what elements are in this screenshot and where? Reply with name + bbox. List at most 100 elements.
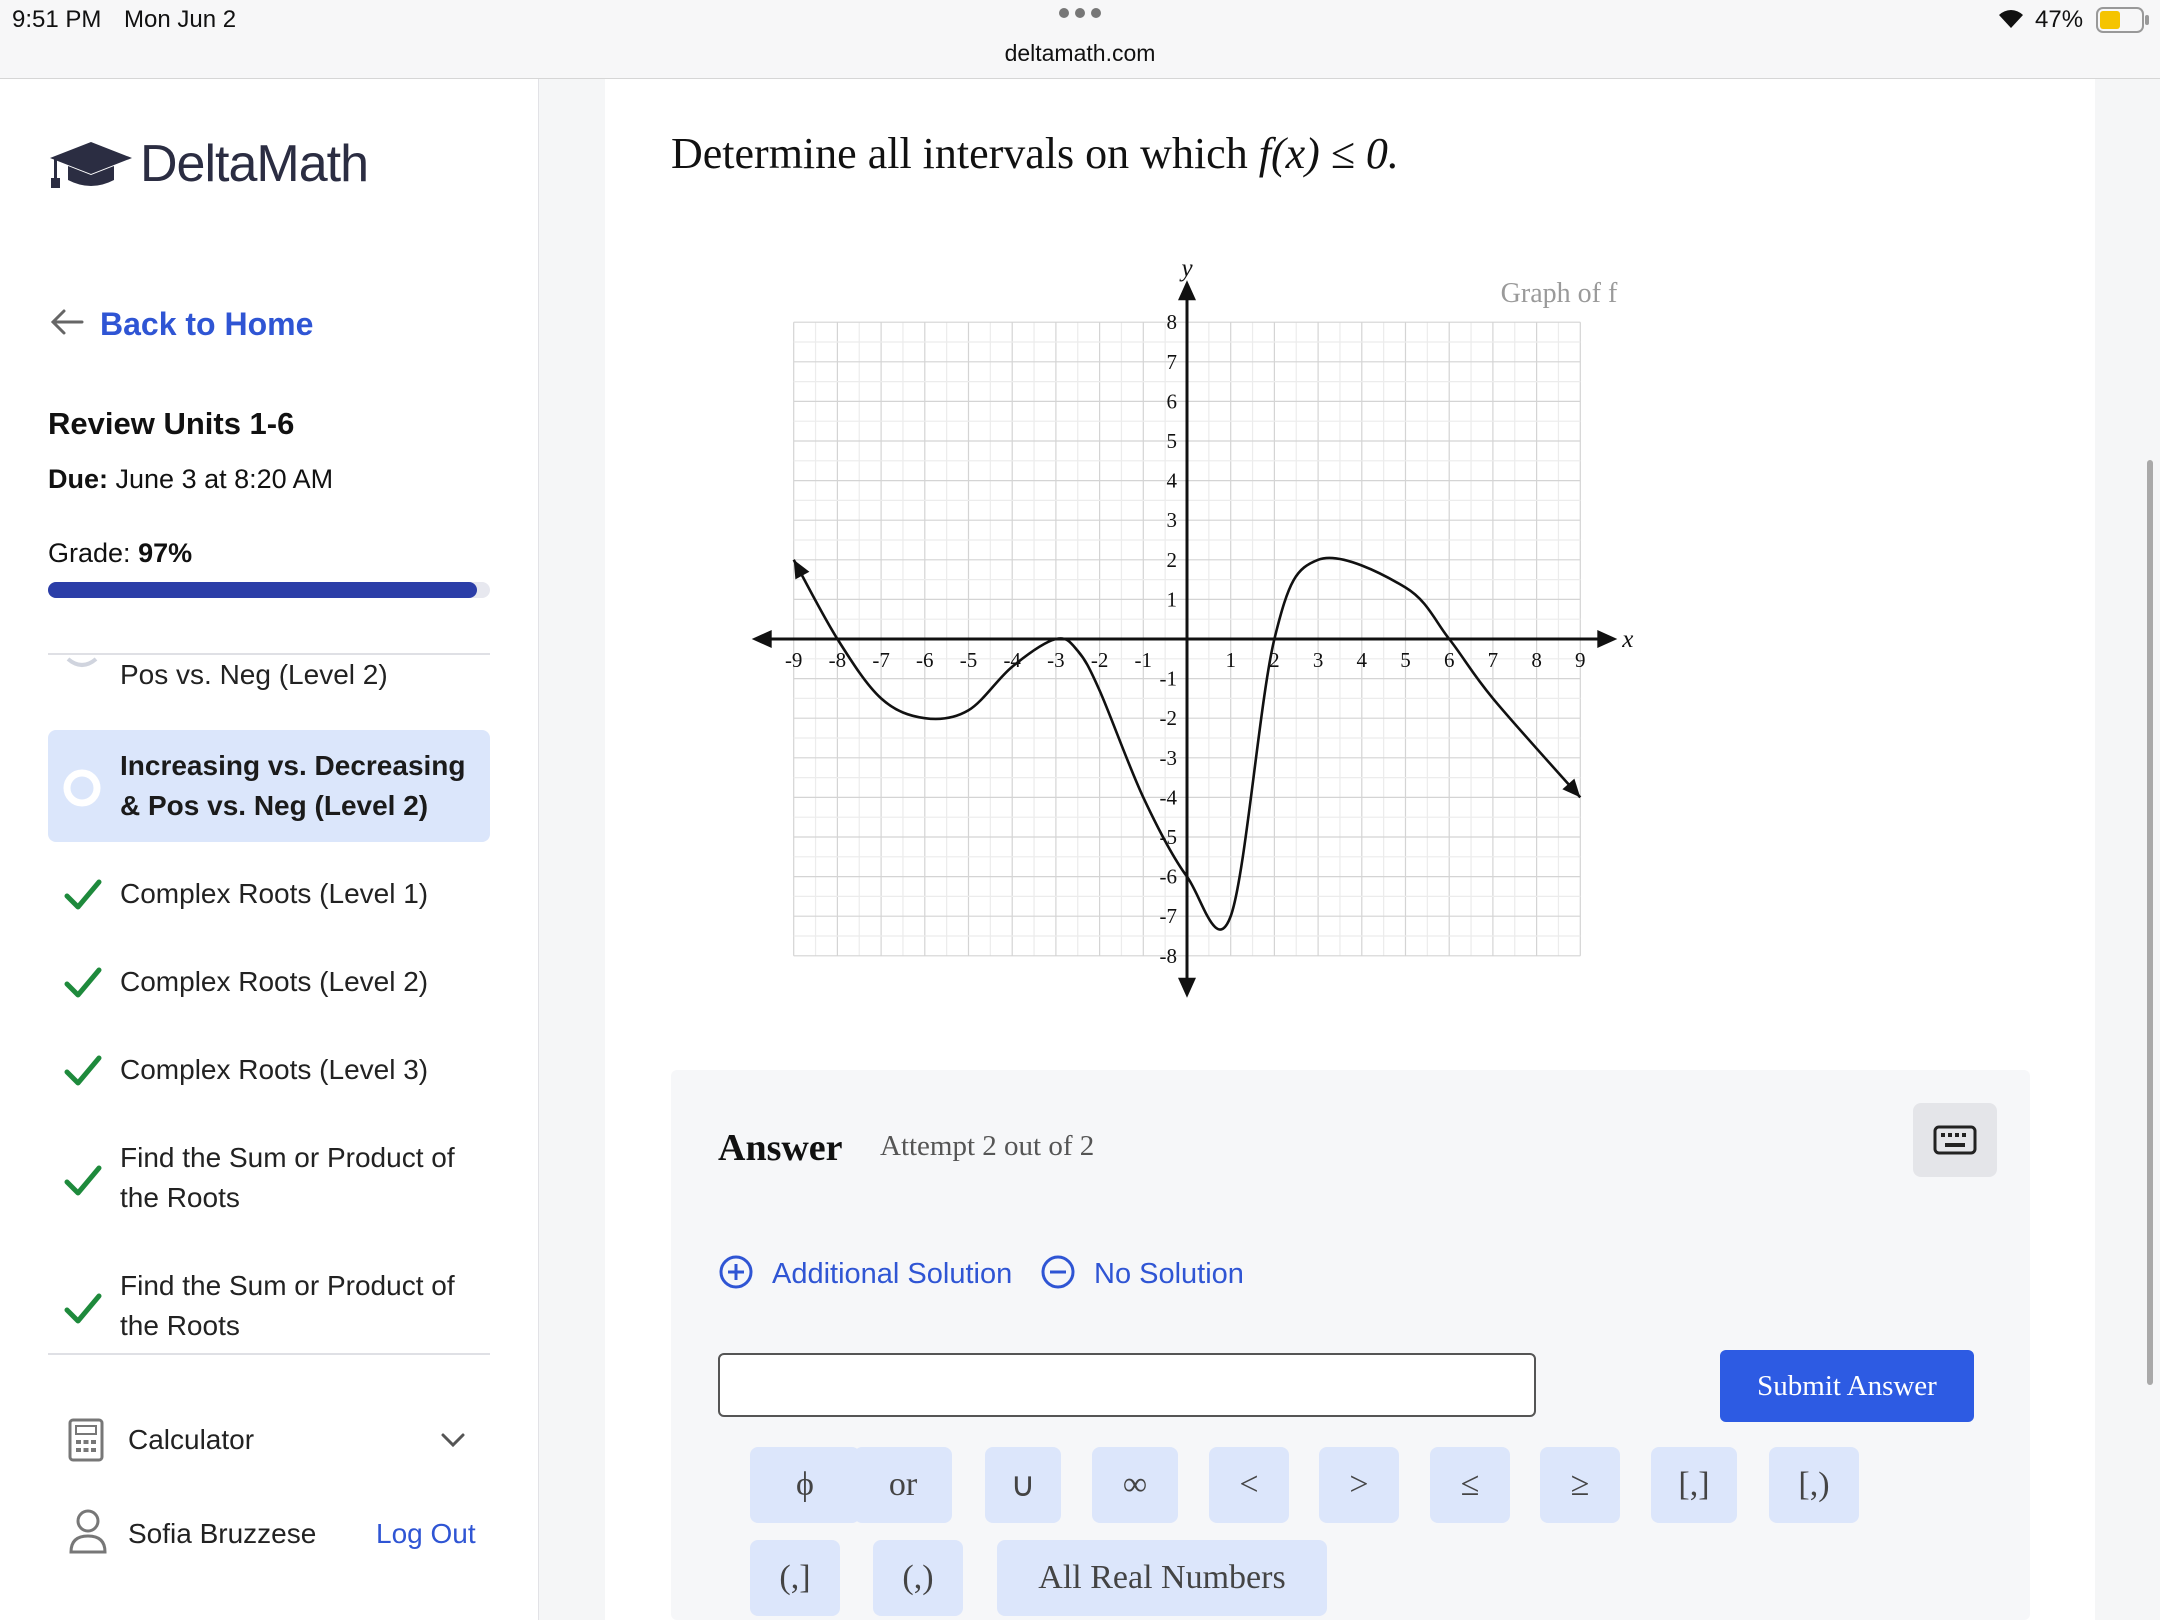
- key-half-open-interval[interactable]: [,): [1769, 1447, 1859, 1523]
- key-all-real-numbers[interactable]: All Real Numbers: [997, 1540, 1327, 1616]
- user-name: Sofia Bruzzese: [128, 1518, 317, 1549]
- x-tick-label: -6: [916, 648, 934, 672]
- y-tick-label: 1: [1167, 587, 1178, 611]
- key-closed-interval[interactable]: [,]: [1651, 1447, 1737, 1523]
- x-tick-label: 9: [1575, 648, 1586, 672]
- key-less-than[interactable]: <: [1209, 1447, 1289, 1523]
- browser-status-bar: 9:51 PM Mon Jun 2 deltamath.com 47%: [0, 0, 2160, 79]
- x-tick-label: 3: [1313, 648, 1324, 672]
- lesson-label: Pos vs. Neg (Level 2): [120, 659, 388, 690]
- y-tick-label: 5: [1167, 429, 1178, 453]
- partial-circle-icon: [66, 655, 98, 678]
- y-tick-label: 3: [1167, 508, 1178, 532]
- x-axis-right-arrow: [1597, 630, 1618, 648]
- y-axis-label: y: [1178, 255, 1193, 282]
- address-bar-url[interactable]: deltamath.com: [1000, 40, 1160, 67]
- lesson-item[interactable]: Find the Sum or Product of the Roots: [48, 1266, 490, 1350]
- answer-input[interactable]: [718, 1353, 1536, 1417]
- key-or[interactable]: or: [854, 1447, 952, 1523]
- grade-value: 97%: [138, 538, 193, 568]
- y-axis-top-arrow: [1178, 280, 1196, 301]
- key-open-closed-interval[interactable]: (,]: [750, 1540, 840, 1616]
- minus-circle-icon: [1040, 1254, 1076, 1295]
- lesson-item[interactable]: Complex Roots (Level 3): [48, 1050, 490, 1094]
- x-axis-left-arrow: [751, 630, 772, 648]
- key-union[interactable]: ∪: [985, 1447, 1061, 1523]
- additional-solution-label: Additional Solution: [772, 1258, 1013, 1290]
- question-prefix: Determine all intervals on which: [671, 129, 1259, 178]
- wifi-icon: [1996, 6, 2026, 35]
- checkmark-icon: [64, 1164, 102, 1198]
- more-dots-icon[interactable]: [1058, 6, 1102, 25]
- keyboard-icon: [1933, 1125, 1977, 1160]
- question-text: Determine all intervals on which f(x) ≤ …: [671, 128, 1399, 179]
- lesson-item[interactable]: Complex Roots (Level 2): [48, 962, 490, 1006]
- checkmark-icon: [64, 1054, 102, 1088]
- y-tick-label: 6: [1167, 389, 1178, 413]
- chevron-down-icon: [440, 1430, 466, 1455]
- no-solution-label: No Solution: [1094, 1258, 1244, 1290]
- no-solution-button[interactable]: No Solution: [1040, 1254, 1244, 1295]
- assignment-title: Review Units 1-6: [48, 406, 295, 441]
- y-tick-label: -2: [1160, 706, 1178, 730]
- log-out-link[interactable]: Log Out: [376, 1518, 476, 1550]
- user-icon: [68, 1508, 108, 1559]
- back-to-home-label: Back to Home: [100, 306, 314, 342]
- status-date: Mon Jun 2: [124, 6, 237, 33]
- y-tick-label: 4: [1167, 469, 1178, 493]
- answer-panel: [671, 1070, 2030, 1620]
- x-axis-label: x: [1621, 626, 1633, 653]
- x-tick-label: -7: [872, 648, 890, 672]
- deltamath-logo[interactable]: DeltaMath: [140, 134, 369, 194]
- y-tick-label: 7: [1167, 350, 1178, 374]
- lesson-item[interactable]: Pos vs. Neg (Level 2): [48, 655, 490, 705]
- arrow-left-icon: [48, 306, 86, 343]
- calculator-label: Calculator: [128, 1424, 255, 1455]
- y-tick-label: -3: [1160, 746, 1178, 770]
- x-tick-label: -1: [1135, 648, 1153, 672]
- key-infinity[interactable]: ∞: [1092, 1447, 1178, 1523]
- y-tick-label: -1: [1160, 667, 1178, 691]
- y-tick-label: -4: [1160, 785, 1178, 809]
- lesson-item-active[interactable]: Increasing vs. Decreasing & Pos vs. Neg …: [48, 730, 490, 842]
- x-tick-label: -8: [829, 648, 847, 672]
- keyboard-toggle-button[interactable]: [1913, 1103, 1997, 1177]
- submit-answer-button[interactable]: Submit Answer: [1720, 1350, 1974, 1422]
- grade-label: Grade:: [48, 538, 131, 568]
- x-tick-label: 8: [1531, 648, 1542, 672]
- battery-percent: 47%: [2035, 6, 2084, 33]
- x-tick-label: -3: [1047, 648, 1065, 672]
- lesson-label: Complex Roots (Level 2): [120, 966, 429, 997]
- lesson-item[interactable]: Find the Sum or Product of the Roots: [48, 1138, 490, 1222]
- key-empty-set[interactable]: ϕ: [750, 1447, 860, 1523]
- back-to-home-link[interactable]: Back to Home: [48, 306, 313, 343]
- x-tick-label: 5: [1400, 648, 1411, 672]
- lesson-label: Find the Sum or Product of the Roots: [120, 1142, 455, 1213]
- y-tick-label: -7: [1160, 904, 1178, 928]
- checkmark-icon: [64, 966, 102, 1000]
- calculator-icon: [68, 1418, 104, 1467]
- y-tick-label: 8: [1167, 310, 1178, 334]
- key-less-or-equal[interactable]: ≤: [1430, 1447, 1510, 1523]
- due-date: Due: June 3 at 8:20 AM: [48, 464, 333, 495]
- lesson-label: Complex Roots (Level 3): [120, 1054, 429, 1085]
- function-graph: -9 -8 -7 -6 -5 -4 -3 -2 -1 1 2 3 4 5 6 7 8 9-8-7-6-5-4-3-…: [751, 255, 1633, 998]
- y-axis-bottom-arrow: [1178, 977, 1196, 998]
- lesson-list-bottom-divider: [48, 1353, 490, 1355]
- lesson-item[interactable]: Complex Roots (Level 1): [48, 874, 490, 918]
- key-open-interval[interactable]: (,): [873, 1540, 963, 1616]
- attempt-counter: Attempt 2 out of 2: [880, 1130, 1095, 1162]
- additional-solution-button[interactable]: Additional Solution: [718, 1254, 1012, 1295]
- key-greater-or-equal[interactable]: ≥: [1540, 1447, 1620, 1523]
- lesson-label: Increasing vs. Decreasing & Pos vs. Neg …: [120, 750, 466, 821]
- calculator-toggle[interactable]: Calculator: [48, 1416, 490, 1472]
- plus-circle-icon: [718, 1254, 754, 1295]
- x-tick-label: -5: [960, 648, 978, 672]
- y-tick-label: -8: [1160, 944, 1178, 968]
- key-greater-than[interactable]: >: [1319, 1447, 1399, 1523]
- due-label: Due:: [48, 464, 108, 494]
- page-scrollbar[interactable]: [2147, 460, 2153, 1385]
- x-tick-label: 4: [1357, 648, 1368, 672]
- due-value: June 3 at 8:20 AM: [115, 464, 334, 494]
- y-tick-label: -6: [1160, 865, 1178, 889]
